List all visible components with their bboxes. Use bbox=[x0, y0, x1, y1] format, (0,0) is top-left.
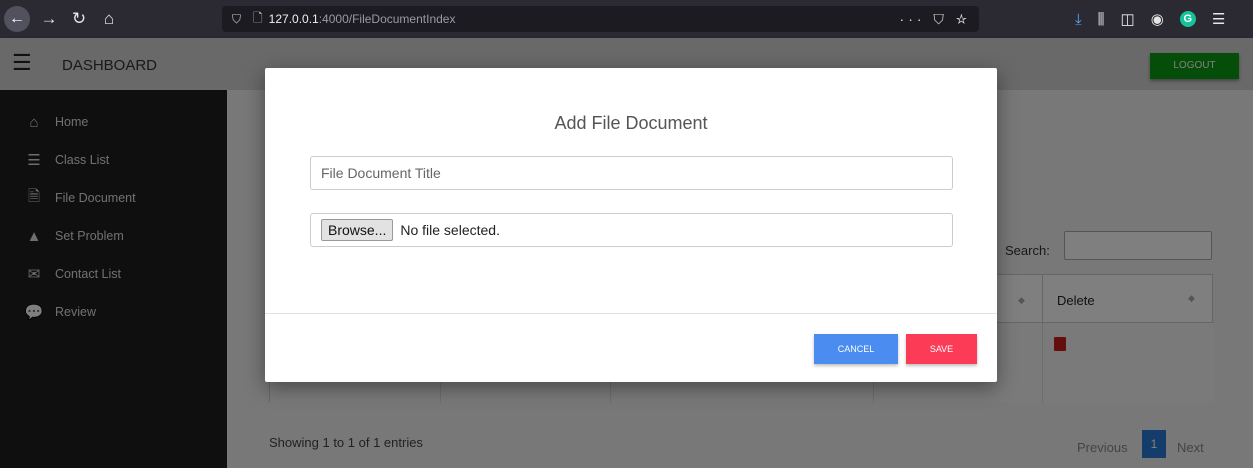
sidebar-toggle-icon[interactable]: ◫ bbox=[1121, 10, 1135, 28]
add-file-document-modal: Add File Document Browse... No file sele… bbox=[265, 68, 997, 382]
menu-icon[interactable]: ☰ bbox=[1212, 10, 1225, 28]
modal-title: Add File Document bbox=[554, 113, 708, 133]
file-input[interactable]: Browse... No file selected. bbox=[310, 213, 953, 247]
file-status: No file selected. bbox=[400, 222, 500, 238]
download-icon[interactable]: ⤓ bbox=[1075, 11, 1082, 28]
home-button-icon[interactable]: ⌂ bbox=[94, 0, 124, 38]
page-icon: 🗋 bbox=[253, 10, 263, 25]
grammarly-icon[interactable]: G bbox=[1179, 11, 1196, 27]
address-bar[interactable]: ⛉ 🗋 127.0.0.1:4000/FileDocumentIndex ···… bbox=[222, 6, 979, 32]
cancel-button[interactable]: CANCEL bbox=[814, 334, 898, 364]
file-document-title-input[interactable] bbox=[310, 156, 953, 190]
save-button[interactable]: SAVE bbox=[906, 334, 977, 364]
back-icon[interactable]: ← bbox=[4, 6, 30, 32]
forward-icon[interactable]: → bbox=[34, 0, 64, 38]
shield-icon[interactable]: ⛉ bbox=[232, 12, 241, 27]
reload-icon[interactable]: ↻ bbox=[64, 0, 94, 38]
account-icon[interactable]: ◉ bbox=[1151, 10, 1164, 28]
browser-tools: ⤓ ⫼ ◫ ◉ G ☰ bbox=[1075, 0, 1225, 38]
page-actions[interactable]: ··· ⛉ ☆ bbox=[900, 6, 971, 32]
browser-toolbar: ← → ↻ ⌂ ⛉ 🗋 127.0.0.1:4000/FileDocumentI… bbox=[0, 0, 1253, 38]
url-host: 127.0.0.1 bbox=[268, 12, 319, 26]
browse-button[interactable]: Browse... bbox=[321, 219, 394, 241]
library-icon[interactable]: ⫼ bbox=[1098, 11, 1105, 28]
url-path: :4000/FileDocumentIndex bbox=[318, 12, 456, 26]
modal-divider bbox=[265, 313, 997, 314]
